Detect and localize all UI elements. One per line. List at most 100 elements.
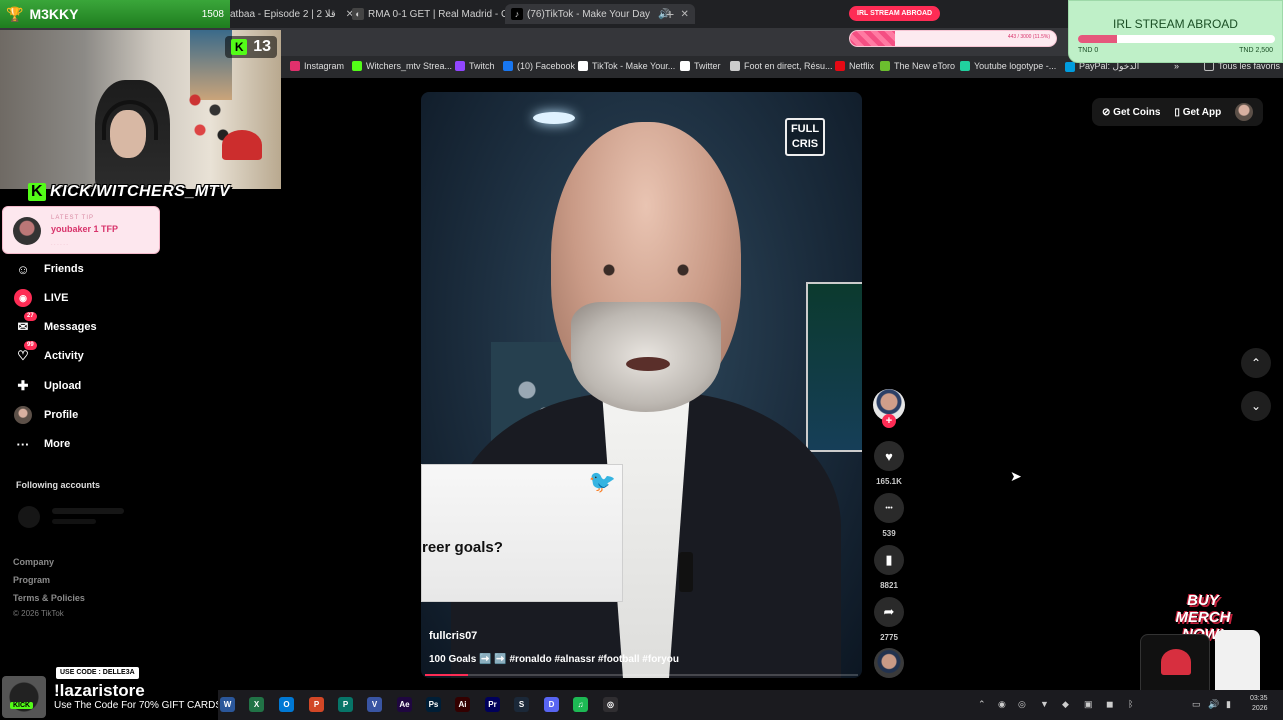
photoshop-icon[interactable]: Ps [426,697,441,712]
publisher-icon[interactable]: P [338,697,353,712]
footer-link-terms[interactable]: Terms & Policies [13,593,85,603]
bookmark-icon[interactable]: ▮ [874,545,904,575]
share-icon[interactable]: ➦ [874,597,904,627]
get-coins-button[interactable]: ⊘ Get Coins [1102,107,1160,118]
user-avatar[interactable] [1235,103,1254,121]
action-count: 2775 [880,633,898,642]
bookmark-label: Twitter [694,61,721,71]
after-effects-icon[interactable]: Ae [397,697,412,712]
bookmark-item[interactable]: Foot en direct, Résu... [730,61,833,71]
irl-goal-bar [1078,35,1275,43]
get-app-button[interactable]: ▯ Get App [1174,107,1221,118]
tray-app-icon[interactable]: ◎ [1018,699,1026,710]
share-action[interactable]: ➦ 2775 [874,597,904,642]
premiere-icon[interactable]: Pr [485,697,500,712]
tray-expand-icon[interactable]: ⌃ [978,699,986,710]
taskbar-clock[interactable]: 03:35 2026 [1250,694,1268,714]
sidebar-item-messages[interactable]: ✉ 27 Messages [14,312,97,338]
irl-goal-start: TND 0 [1078,47,1099,54]
powerpoint-icon[interactable]: P [309,697,324,712]
battery-icon[interactable]: ▮ [1226,699,1231,710]
action-count: 539 [882,529,896,538]
bookmark-icon [352,61,362,71]
discord-icon[interactable]: D [544,697,559,712]
new-tab-button[interactable]: + [666,6,674,22]
promo-code-badge: USE CODE : DELLE3A [56,667,139,679]
heart-icon[interactable]: ♥ [874,441,904,471]
music-disc-icon[interactable] [874,648,904,678]
outlook-icon[interactable]: O [279,697,294,712]
tray-app-icon[interactable]: ◼ [1106,699,1113,710]
kick-logo-icon: KICK [10,702,34,709]
irl-goal-fill [1078,35,1118,43]
bookmark-item[interactable]: Netflix [835,61,874,71]
steam-icon[interactable]: S [514,697,529,712]
sidebar-item-label: Friends [44,263,84,275]
latest-tip-value: youbaker 1 TFP [51,224,119,234]
volume-icon[interactable]: 🔊 [1208,699,1219,710]
visio-icon[interactable]: V [367,697,382,712]
trophy-icon: 🏆 [6,5,24,22]
comment-action[interactable]: ••• 539 [874,493,904,538]
bookmark-item[interactable]: Youtube logotype -... [960,61,1056,71]
next-video-button[interactable]: ⌄ [1241,391,1271,421]
irl-stream-pill: IRL STREAM ABROAD [849,6,941,21]
illustrator-icon[interactable]: Ai [455,697,470,712]
clock-date: 2026 [1251,705,1268,712]
video-caption: 100 Goals ➡️ ➡️ #ronaldo #alnassr #footb… [429,654,679,665]
sidebar-item-profile[interactable]: ● Profile [14,404,78,426]
footer-link-program[interactable]: Program [13,575,50,585]
spotify-icon[interactable]: ♫ [573,697,588,712]
bluetooth-icon[interactable]: ᛒ [1128,699,1133,709]
sidebar-item-friends[interactable]: ☺ Friends [14,258,84,280]
bookmark-action[interactable]: ▮ 8821 [874,545,904,590]
excel-icon[interactable]: X [249,697,264,712]
bookmark-label: Netflix [849,61,875,71]
previous-video-button[interactable]: ⌃ [1241,348,1271,378]
bookmark-icon [503,61,513,71]
browser-tab[interactable]: atbaa - Episode 2 | 2 قلا ✕ [230,4,354,24]
video-brand-watermark: FULL CRIS [785,118,825,156]
tray-app-icon[interactable]: ▼ [1040,699,1049,709]
video-progress-bar[interactable] [425,674,858,676]
notification-badge: 99 [24,341,37,350]
bookmark-item[interactable]: TikTok - Make Your... [578,61,675,71]
bookmark-icon [880,61,890,71]
bookmark-item[interactable]: (10) Facebook [503,61,575,71]
video-player[interactable]: FULL CRIS 🐦 reer goals? fullcris07 100 G… [421,92,862,678]
obs-icon[interactable]: ◎ [603,697,618,712]
tray-app-icon[interactable]: ◆ [1062,699,1069,710]
webcam-feed: K 13 [0,30,281,189]
sidebar-item-more[interactable]: ··· More [14,433,71,455]
stream-title-bar: 🏆 M3KKY 1508 [0,0,230,28]
irl-goal-title: IRL STREAM ABROAD [1113,17,1238,31]
sidebar-item-upload[interactable]: ✚ Upload [14,375,82,397]
tray-app-icon[interactable]: ◉ [998,699,1006,710]
chevron-down-icon: ⌄ [1250,399,1262,413]
close-icon[interactable]: ✕ [680,9,688,20]
bookmark-item[interactable]: Witchers_mtv Strea... [352,61,452,71]
bookmark-item[interactable]: Twitch [455,61,495,71]
footer-link-company[interactable]: Company [13,557,54,567]
word-icon[interactable]: W [220,697,235,712]
comment-icon[interactable]: ••• [874,493,904,523]
follow-plus-icon[interactable]: + [882,414,896,428]
bookmark-item[interactable]: Twitter [680,61,721,71]
bookmark-icon [835,61,845,71]
bookmark-item[interactable]: Instagram [290,61,344,71]
network-icon[interactable]: ▭ [1192,699,1201,710]
kick-logo-icon: K [28,183,47,201]
heart-action[interactable]: ♥ 165.1K [874,441,904,486]
sidebar-item-activity[interactable]: ♡ 99 Activity [14,341,84,367]
video-author[interactable]: fullcris07 [429,630,477,642]
activity-icon: ♡ 99 [14,341,37,365]
bookmark-label: Youtube logotype -... [974,61,1057,71]
sidebar-item-live[interactable]: ◉ LIVE [14,287,68,309]
kick-handle-text: KICK/WITCHERS_MTV [50,183,231,200]
bookmark-item[interactable]: The New eToro [880,61,955,71]
sidebar-item-label: More [44,438,71,450]
kick-logo-icon: K [231,39,248,55]
tray-app-icon[interactable]: ▣ [1084,699,1093,710]
profile-icon: ● [14,406,32,424]
video-progress-fill [425,674,469,676]
